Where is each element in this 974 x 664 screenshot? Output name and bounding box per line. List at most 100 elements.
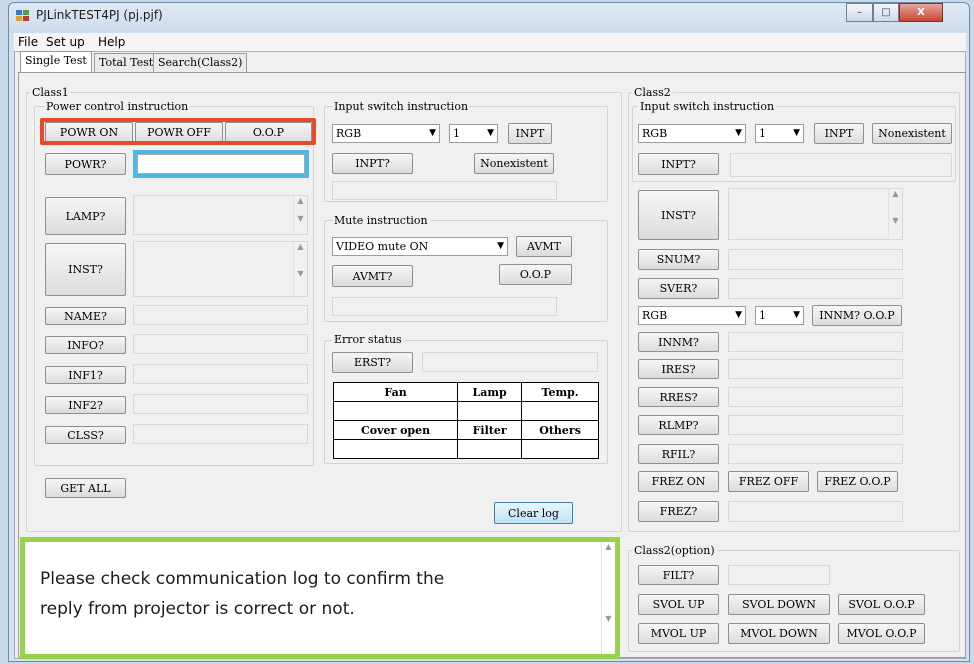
mvol-oop-button[interactable]: MVOL O.O.P [838,623,925,644]
communication-log[interactable]: ▲ ▼ [20,537,620,659]
class1-label: Class1 [30,86,71,99]
inst-query-button[interactable]: INST? [45,243,126,296]
snum-query-button[interactable]: SNUM? [638,249,719,270]
class2-inpt-result-field [730,153,952,177]
innm-oop-button[interactable]: INNM? O.O.P [812,305,902,326]
mvol-up-button[interactable]: MVOL UP [638,623,719,644]
chevron-down-icon: ▼ [429,128,436,138]
frez-on-button[interactable]: FREZ ON [638,471,719,492]
class2-source-value: RGB [642,127,668,140]
mute-label: Mute instruction [332,214,430,227]
input-source-value: RGB [336,127,362,140]
input-number-value: 1 [453,127,460,140]
app-icon [16,10,30,22]
nonexistent-button[interactable]: Nonexistent [474,153,554,174]
class2-number-select[interactable]: 1 ▼ [755,124,804,143]
get-all-button[interactable]: GET ALL [45,478,126,498]
chevron-down-icon: ▼ [735,128,742,138]
class2-number-value: 1 [759,127,766,140]
avmt-button[interactable]: AVMT [516,236,572,257]
rfil-query-button[interactable]: RFIL? [638,444,719,464]
table-cell [457,439,523,459]
class2-source-select[interactable]: RGB ▼ [638,124,746,143]
table-header-lamp: Lamp [457,382,523,402]
lamp-scrollbar[interactable]: ▲ ▼ [293,196,307,234]
sver-query-button[interactable]: SVER? [638,278,719,299]
log-scrollbar[interactable]: ▲ ▼ [601,542,615,654]
avmt-query-button[interactable]: AVMT? [332,265,413,287]
svol-up-button[interactable]: SVOL UP [638,594,719,615]
name-query-button[interactable]: NAME? [45,307,126,325]
inf1-result-field [133,364,308,384]
inpt-button[interactable]: INPT [508,123,552,144]
innm-source-select[interactable]: RGB ▼ [638,306,746,325]
mvol-down-button[interactable]: MVOL DOWN [728,623,830,644]
ires-result-field [728,359,903,379]
menu-file[interactable]: File [18,35,38,49]
class2-nonexistent-button[interactable]: Nonexistent [872,123,952,144]
input-number-select[interactable]: 1 ▼ [449,124,498,143]
svol-down-button[interactable]: SVOL DOWN [728,594,830,615]
class2-inst-scrollbar[interactable]: ▲ ▼ [888,189,902,239]
mute-mode-select[interactable]: VIDEO mute ON ▼ [332,237,508,256]
error-status-table: Fan Lamp Temp. Cover open Filter Others [332,382,599,459]
name-result-field [133,305,308,325]
table-row [332,401,599,421]
menu-help[interactable]: Help [98,35,125,49]
class2-inpt-query-button[interactable]: INPT? [638,153,719,175]
table-cell [521,401,599,421]
table-cell [457,401,523,421]
clss-query-button[interactable]: CLSS? [45,426,126,444]
svol-oop-button[interactable]: SVOL O.O.P [838,594,925,615]
erst-query-button[interactable]: ERST? [332,352,413,373]
innm-number-select[interactable]: 1 ▼ [755,306,804,325]
lamp-query-button[interactable]: LAMP? [45,197,126,235]
table-header-others: Others [521,420,599,440]
table-cell [332,439,459,459]
innm-query-button[interactable]: INNM? [638,332,719,352]
input-source-select[interactable]: RGB ▼ [332,124,440,143]
tab-search-class2[interactable]: Search(Class2) [153,53,248,72]
mute-oop-button[interactable]: O.O.P [499,264,572,285]
log-note-line2: reply from projector is correct or not. [40,599,355,619]
rlmp-query-button[interactable]: RLMP? [638,415,719,435]
erst-result-field [422,352,598,372]
minimize-button[interactable]: – [846,3,873,22]
menu-setup[interactable]: Set up [46,35,85,49]
class2-input-label: Input switch instruction [638,100,777,113]
chevron-down-icon: ▼ [735,310,742,320]
table-row [332,439,599,459]
tab-total-test[interactable]: Total Test [94,53,159,72]
power-group-label: Power control instruction [44,100,191,113]
rres-result-field [728,387,903,407]
rfil-result-field [728,444,903,464]
mute-mode-value: VIDEO mute ON [336,240,429,253]
inf1-query-button[interactable]: INF1? [45,366,126,384]
table-row: Fan Lamp Temp. [332,382,599,402]
ires-query-button[interactable]: IRES? [638,359,719,379]
inpt-query-button[interactable]: INPT? [332,153,413,174]
class2-inpt-button[interactable]: INPT [814,123,864,144]
innm-source-value: RGB [642,309,668,322]
inst-scrollbar[interactable]: ▲ ▼ [293,242,307,296]
sver-result-field [728,278,903,299]
clear-log-button[interactable]: Clear log [494,502,573,524]
filt-query-button[interactable]: FILT? [638,565,719,585]
rres-query-button[interactable]: RRES? [638,387,719,407]
class2-label: Class2 [632,86,673,99]
maximize-button[interactable]: □ [873,3,899,22]
table-header-temp: Temp. [521,382,599,402]
frez-oop-button[interactable]: FREZ O.O.P [817,471,898,492]
frez-query-button[interactable]: FREZ? [638,501,719,522]
info-query-button[interactable]: INFO? [45,336,126,354]
table-header-fan: Fan [332,382,459,402]
chevron-down-icon: ▼ [793,128,800,138]
info-result-field [133,334,308,354]
error-label: Error status [332,333,404,346]
close-button[interactable]: X [899,3,943,22]
powr-query-button[interactable]: POWR? [45,153,126,175]
class2-inst-query-button[interactable]: INST? [638,190,719,240]
tab-single-test[interactable]: Single Test [20,51,92,72]
inf2-query-button[interactable]: INF2? [45,396,126,414]
frez-off-button[interactable]: FREZ OFF [728,471,809,492]
